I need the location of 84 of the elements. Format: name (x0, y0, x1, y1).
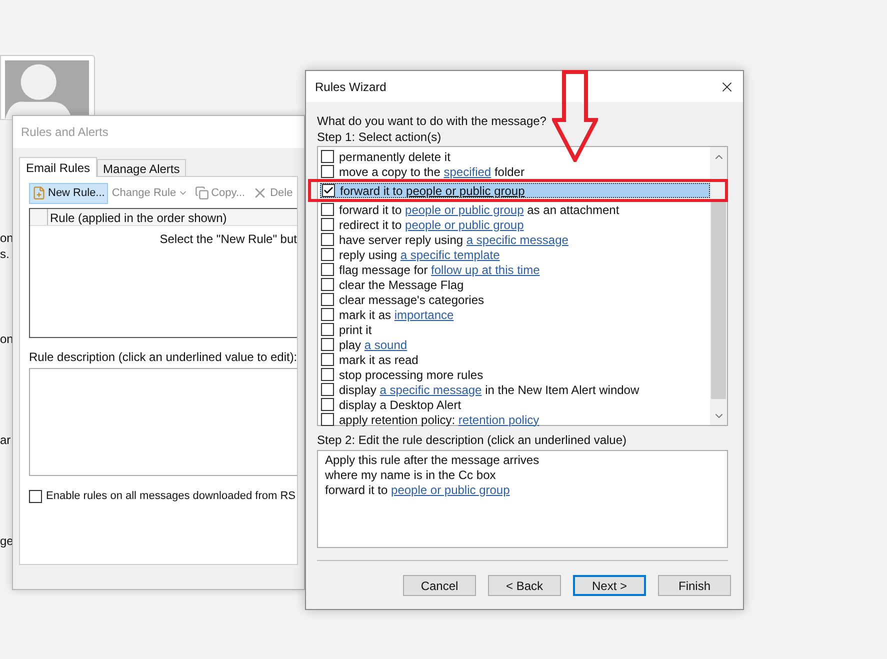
checkbox[interactable] (322, 184, 335, 197)
copy-icon (195, 186, 210, 200)
action-label: print it (339, 322, 372, 338)
toolbar-button[interactable]: New Rule... (29, 182, 108, 204)
checkbox[interactable] (321, 338, 334, 351)
action-row[interactable]: mark it as read (320, 352, 710, 367)
checkbox[interactable] (321, 293, 334, 306)
column-header: Rule (applied in the order shown) (49, 210, 227, 225)
action-label: mark it as importance (339, 306, 454, 324)
background-text: ge (0, 533, 14, 550)
action-label: play a sound (339, 336, 408, 354)
checkbox-label: Enable rules on all messages downloaded from RS (46, 489, 296, 504)
rule-description-label: Rule description (click an underlined value to edit): (29, 349, 297, 366)
action-row[interactable]: play a sound (320, 337, 710, 352)
action-label: display a Desktop Alert (339, 396, 462, 414)
action-row[interactable]: have server reply using a specific message (320, 232, 710, 247)
action-row[interactable]: display a specific message in the New Item Alert window (320, 382, 710, 397)
action-label: have server reply using a specific message (339, 232, 568, 248)
checkbox[interactable] (29, 490, 42, 503)
checkbox[interactable] (321, 323, 334, 336)
action-row[interactable]: redirect it to people or public group (320, 217, 710, 232)
checkbox[interactable] (321, 368, 334, 381)
checkbox[interactable] (321, 233, 334, 246)
description-line: where my name is in the Cc box (325, 468, 497, 483)
checkbox[interactable] (321, 203, 334, 216)
action-label: stop processing more rules (339, 366, 484, 384)
dialog-button[interactable]: Cancel (403, 575, 476, 596)
action-row[interactable]: mark it as importance (320, 307, 710, 322)
action-row[interactable]: clear message's categories (320, 292, 710, 307)
background-text: s. (0, 246, 10, 263)
checkbox[interactable] (321, 398, 334, 411)
checkbox[interactable] (321, 383, 334, 396)
action-row[interactable]: reply using a specific template (320, 247, 710, 262)
description-line: forward it to people or public group (325, 483, 511, 498)
dialog-button[interactable]: Finish (658, 575, 731, 596)
tab[interactable]: Manage Alerts (97, 159, 186, 176)
action-label: flag message for follow up at this time (339, 262, 540, 278)
scrollbar-thumb[interactable] (711, 199, 726, 399)
checkbox[interactable] (321, 353, 334, 366)
action-row[interactable]: forward it to people or public group as an attachment (320, 202, 710, 217)
action-label: apply retention policy: retention policy (339, 412, 540, 428)
action-row[interactable]: apply retention policy: retention policy (320, 412, 710, 427)
action-row[interactable]: display a Desktop Alert (320, 397, 710, 412)
action-label: clear the Message Flag (339, 276, 464, 294)
checkbox[interactable] (321, 278, 334, 291)
checkbox[interactable] (321, 218, 334, 231)
window-title: Rules Wizard (315, 78, 386, 96)
checkbox[interactable] (321, 150, 334, 163)
toolbar-button[interactable]: Copy... (192, 182, 248, 204)
action-label: clear message's categories (339, 292, 484, 308)
question-text: What do you want to do with the message? (317, 113, 548, 129)
description-line: Apply this rule after the message arrives (325, 453, 540, 468)
dialog-button[interactable]: < Back (488, 575, 561, 596)
tab[interactable]: Email Rules (19, 157, 98, 177)
action-label: display a specific message in the New Item Alert window (339, 382, 640, 398)
action-row[interactable]: clear the Message Flag (320, 277, 710, 292)
checkbox[interactable] (321, 263, 334, 276)
window-title: Rules and Alerts (21, 124, 108, 141)
action-label: reply using a specific template (339, 246, 500, 264)
scrollbar[interactable] (710, 147, 727, 425)
new-rule-icon (32, 186, 46, 200)
checkbox[interactable] (321, 413, 334, 426)
checkbox[interactable] (321, 308, 334, 321)
background-text: ar (0, 432, 11, 449)
step-one-label: Step 1: Select action(s) (317, 129, 442, 145)
empty-table-message: Select the "New Rule" but (160, 231, 297, 248)
dialog-button[interactable]: Next > (573, 575, 646, 596)
action-label: permanently delete it (339, 148, 450, 166)
action-row[interactable]: stop processing more rules (320, 367, 710, 382)
action-label: forward it to people or public group as an attachment (339, 202, 620, 218)
action-label: mark it as read (339, 352, 418, 368)
action-label: redirect it to people or public group (339, 216, 524, 234)
toolbar-button[interactable]: Change Rule (108, 182, 192, 204)
action-row[interactable]: print it (320, 322, 710, 337)
action-row[interactable]: move a copy to the specified folder (320, 164, 710, 179)
step-two-label: Step 2: Edit the rule description (click an underlined value) (317, 432, 628, 448)
toolbar-button[interactable]: Dele (249, 182, 296, 204)
action-label: forward it to people or public group (340, 182, 525, 200)
checkbox[interactable] (321, 165, 334, 178)
action-row[interactable]: flag message for follow up at this time (320, 262, 710, 277)
action-label: move a copy to the specified folder (339, 164, 524, 180)
action-row[interactable]: forward it to people or public group (320, 183, 710, 198)
checkbox[interactable] (321, 248, 334, 261)
action-row[interactable]: permanently delete it (320, 149, 710, 164)
